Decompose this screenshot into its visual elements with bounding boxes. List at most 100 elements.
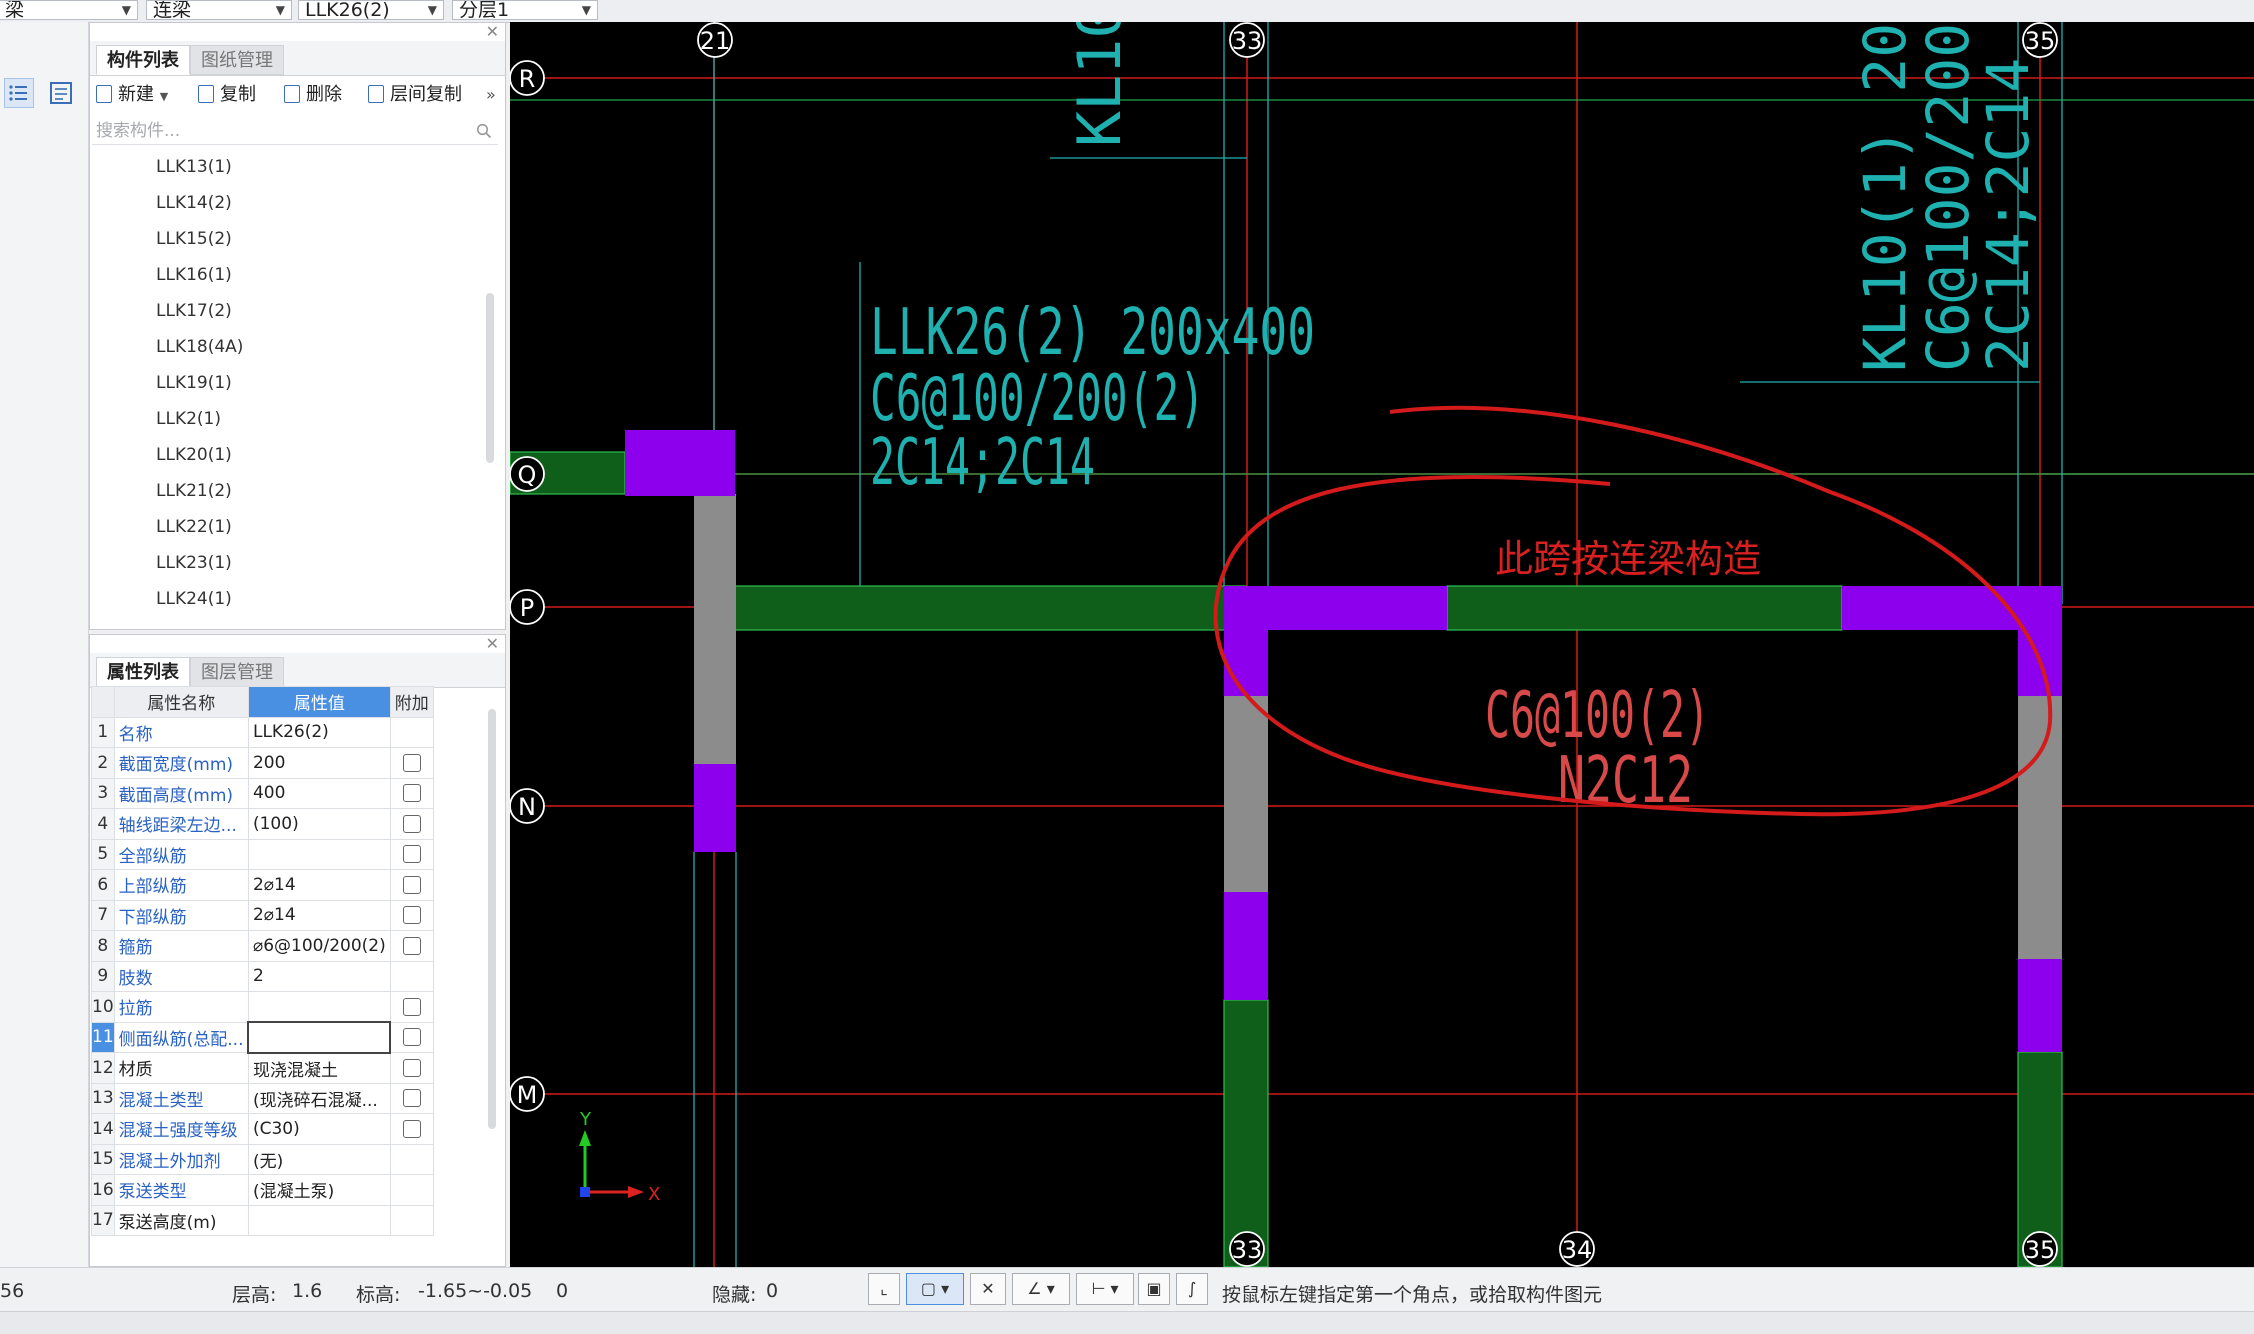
curve-icon[interactable]: ∫ — [1176, 1273, 1208, 1305]
property-value[interactable]: 2⌀14 — [247, 899, 391, 931]
property-name: 轴线距梁左边... — [113, 808, 249, 840]
list-item[interactable]: LLK17(2) — [156, 299, 232, 323]
checkbox[interactable] — [402, 1119, 421, 1138]
list-scrollbar[interactable] — [486, 293, 494, 463]
property-value[interactable] — [247, 838, 391, 870]
new-button[interactable]: 新建 ▼ — [96, 81, 168, 109]
cad-drawing-canvas[interactable]: 21 33 35 33 34 35 R Q P N M LLK26(2) 200… — [510, 22, 2254, 1267]
property-value[interactable]: 2 — [247, 960, 391, 992]
property-value[interactable]: (混凝土泵) — [247, 1174, 391, 1206]
property-row[interactable]: 10 拉筋 — [91, 991, 434, 1023]
list-item[interactable]: LLK20(1) — [156, 443, 232, 467]
list-view-icon[interactable] — [4, 78, 34, 108]
angle-icon[interactable]: ∠ ▾ — [1012, 1273, 1070, 1305]
property-value[interactable]: 现浇混凝土 — [247, 1052, 391, 1084]
list-item[interactable]: LLK23(1) — [156, 551, 232, 575]
list-item[interactable]: LLK22(1) — [156, 515, 232, 539]
checkbox[interactable] — [402, 936, 421, 955]
property-extra — [389, 1174, 434, 1206]
status-zero: 0 — [556, 1280, 569, 1302]
property-row[interactable]: 17 泵送高度(m) — [91, 1204, 434, 1236]
property-value[interactable] — [247, 1021, 392, 1054]
list-item[interactable]: LLK19(1) — [156, 371, 232, 395]
checkbox[interactable] — [402, 845, 421, 864]
property-value[interactable]: (无) — [247, 1143, 391, 1175]
offset-icon[interactable]: ⊢ ▾ — [1076, 1273, 1134, 1305]
axis-bubbles — [510, 22, 2058, 1267]
tab-layer-management[interactable]: 图层管理 — [190, 657, 284, 687]
list-item[interactable]: LLK16(1) — [156, 263, 232, 287]
checkbox[interactable] — [403, 1028, 421, 1047]
property-value[interactable]: 400 — [247, 777, 391, 809]
property-row[interactable]: 15 混凝土外加剂 (无) — [91, 1143, 434, 1175]
element-subtype-dropdown[interactable]: 连梁 ▼ — [146, 0, 292, 20]
floor-copy-button[interactable]: 层间复制 — [368, 81, 462, 109]
top-toolbar: 梁 ▼ 连梁 ▼ LLK26(2) ▼ 分层1 ▼ — [0, 0, 2254, 23]
close-icon[interactable]: ✕ — [486, 635, 499, 653]
cross-select-icon[interactable]: ✕ — [970, 1273, 1006, 1305]
property-row[interactable]: 16 泵送类型 (混凝土泵) — [91, 1174, 434, 1206]
checkbox[interactable] — [402, 753, 421, 772]
snap-icon[interactable]: ▣ — [1138, 1273, 1170, 1305]
property-value[interactable]: 2⌀14 — [247, 869, 391, 901]
property-value[interactable] — [247, 1204, 391, 1236]
floor-height-value: 1.6 — [292, 1280, 323, 1302]
cad-svg[interactable]: 21 33 35 33 34 35 R Q P N M LLK26(2) 200… — [510, 22, 2254, 1267]
property-row[interactable]: 12 材质 现浇混凝土 — [91, 1052, 434, 1084]
checkbox[interactable] — [402, 1089, 421, 1108]
property-row[interactable]: 6 上部纵筋 2⌀14 — [91, 869, 434, 901]
checkbox[interactable] — [402, 875, 421, 894]
property-row[interactable]: 4 轴线距梁左边... (100) — [91, 808, 434, 840]
close-icon[interactable]: ✕ — [486, 22, 499, 41]
delete-button[interactable]: 删除 — [284, 81, 342, 109]
list-item[interactable]: LLK13(1) — [156, 155, 232, 179]
list-item[interactable]: LLK18(4A) — [156, 335, 243, 359]
checkbox[interactable] — [402, 997, 421, 1016]
property-row[interactable]: 7 下部纵筋 2⌀14 — [91, 899, 434, 931]
more-icon[interactable]: » — [486, 81, 496, 109]
tab-component-list[interactable]: 构件列表 — [96, 45, 190, 75]
checkbox[interactable] — [402, 814, 421, 833]
property-value[interactable]: ⌀6@100/200(2) — [247, 930, 391, 962]
property-value[interactable]: (C30) — [247, 1113, 391, 1145]
checkbox[interactable] — [402, 784, 421, 803]
property-value[interactable]: (100) — [247, 808, 391, 840]
property-row[interactable]: 8 箍筋 ⌀6@100/200(2) — [91, 930, 434, 962]
property-scrollbar[interactable] — [488, 709, 496, 1129]
list-item[interactable]: LLK14(2) — [156, 191, 232, 215]
row-number: 5 — [91, 838, 115, 870]
property-row[interactable]: 5 全部纵筋 — [91, 838, 434, 870]
row-number: 3 — [91, 777, 115, 809]
list-item[interactable]: LLK2(1) — [156, 407, 221, 431]
ortho-mode-icon[interactable]: ⌞ — [868, 1273, 900, 1305]
tab-drawing-management[interactable]: 图纸管理 — [190, 45, 284, 75]
property-row[interactable]: 13 混凝土类型 (现浇碎石混凝... — [91, 1082, 434, 1114]
list-item[interactable]: LLK15(2) — [156, 227, 232, 251]
tab-property-list[interactable]: 属性列表 — [96, 657, 190, 687]
property-value[interactable]: LLK26(2) — [247, 716, 391, 748]
property-value[interactable]: 200 — [247, 747, 391, 779]
property-row[interactable]: 9 肢数 2 — [91, 960, 434, 992]
walls — [694, 494, 2062, 959]
delete-label: 删除 — [306, 84, 342, 105]
property-row[interactable]: 2 截面宽度(mm) 200 — [91, 747, 434, 779]
property-row[interactable]: 3 截面高度(mm) 400 — [91, 777, 434, 809]
select-rect-icon[interactable]: ▢ ▾ — [906, 1273, 964, 1305]
checkbox[interactable] — [402, 906, 421, 925]
property-value[interactable] — [247, 991, 391, 1023]
element-type-dropdown[interactable]: 梁 ▼ — [0, 0, 138, 20]
component-search-input[interactable]: 搜索构件... — [92, 117, 498, 145]
list-item[interactable]: LLK24(1) — [156, 587, 232, 611]
detail-view-icon[interactable] — [46, 78, 76, 108]
property-row[interactable]: 1 名称 LLK26(2) — [91, 716, 434, 748]
dropdown-value: 分层1 — [459, 0, 510, 20]
property-row[interactable]: 11 侧面纵筋(总配... — [91, 1021, 434, 1054]
layer-dropdown[interactable]: 分层1 ▼ — [452, 0, 598, 20]
list-item[interactable]: LLK21(2) — [156, 479, 232, 503]
delete-icon — [284, 85, 300, 103]
copy-button[interactable]: 复制 — [198, 81, 256, 109]
component-dropdown[interactable]: LLK26(2) ▼ — [298, 0, 444, 20]
checkbox[interactable] — [402, 1058, 421, 1077]
property-value[interactable]: (现浇碎石混凝... — [247, 1082, 391, 1114]
property-row[interactable]: 14 混凝土强度等级 (C30) — [91, 1113, 434, 1145]
